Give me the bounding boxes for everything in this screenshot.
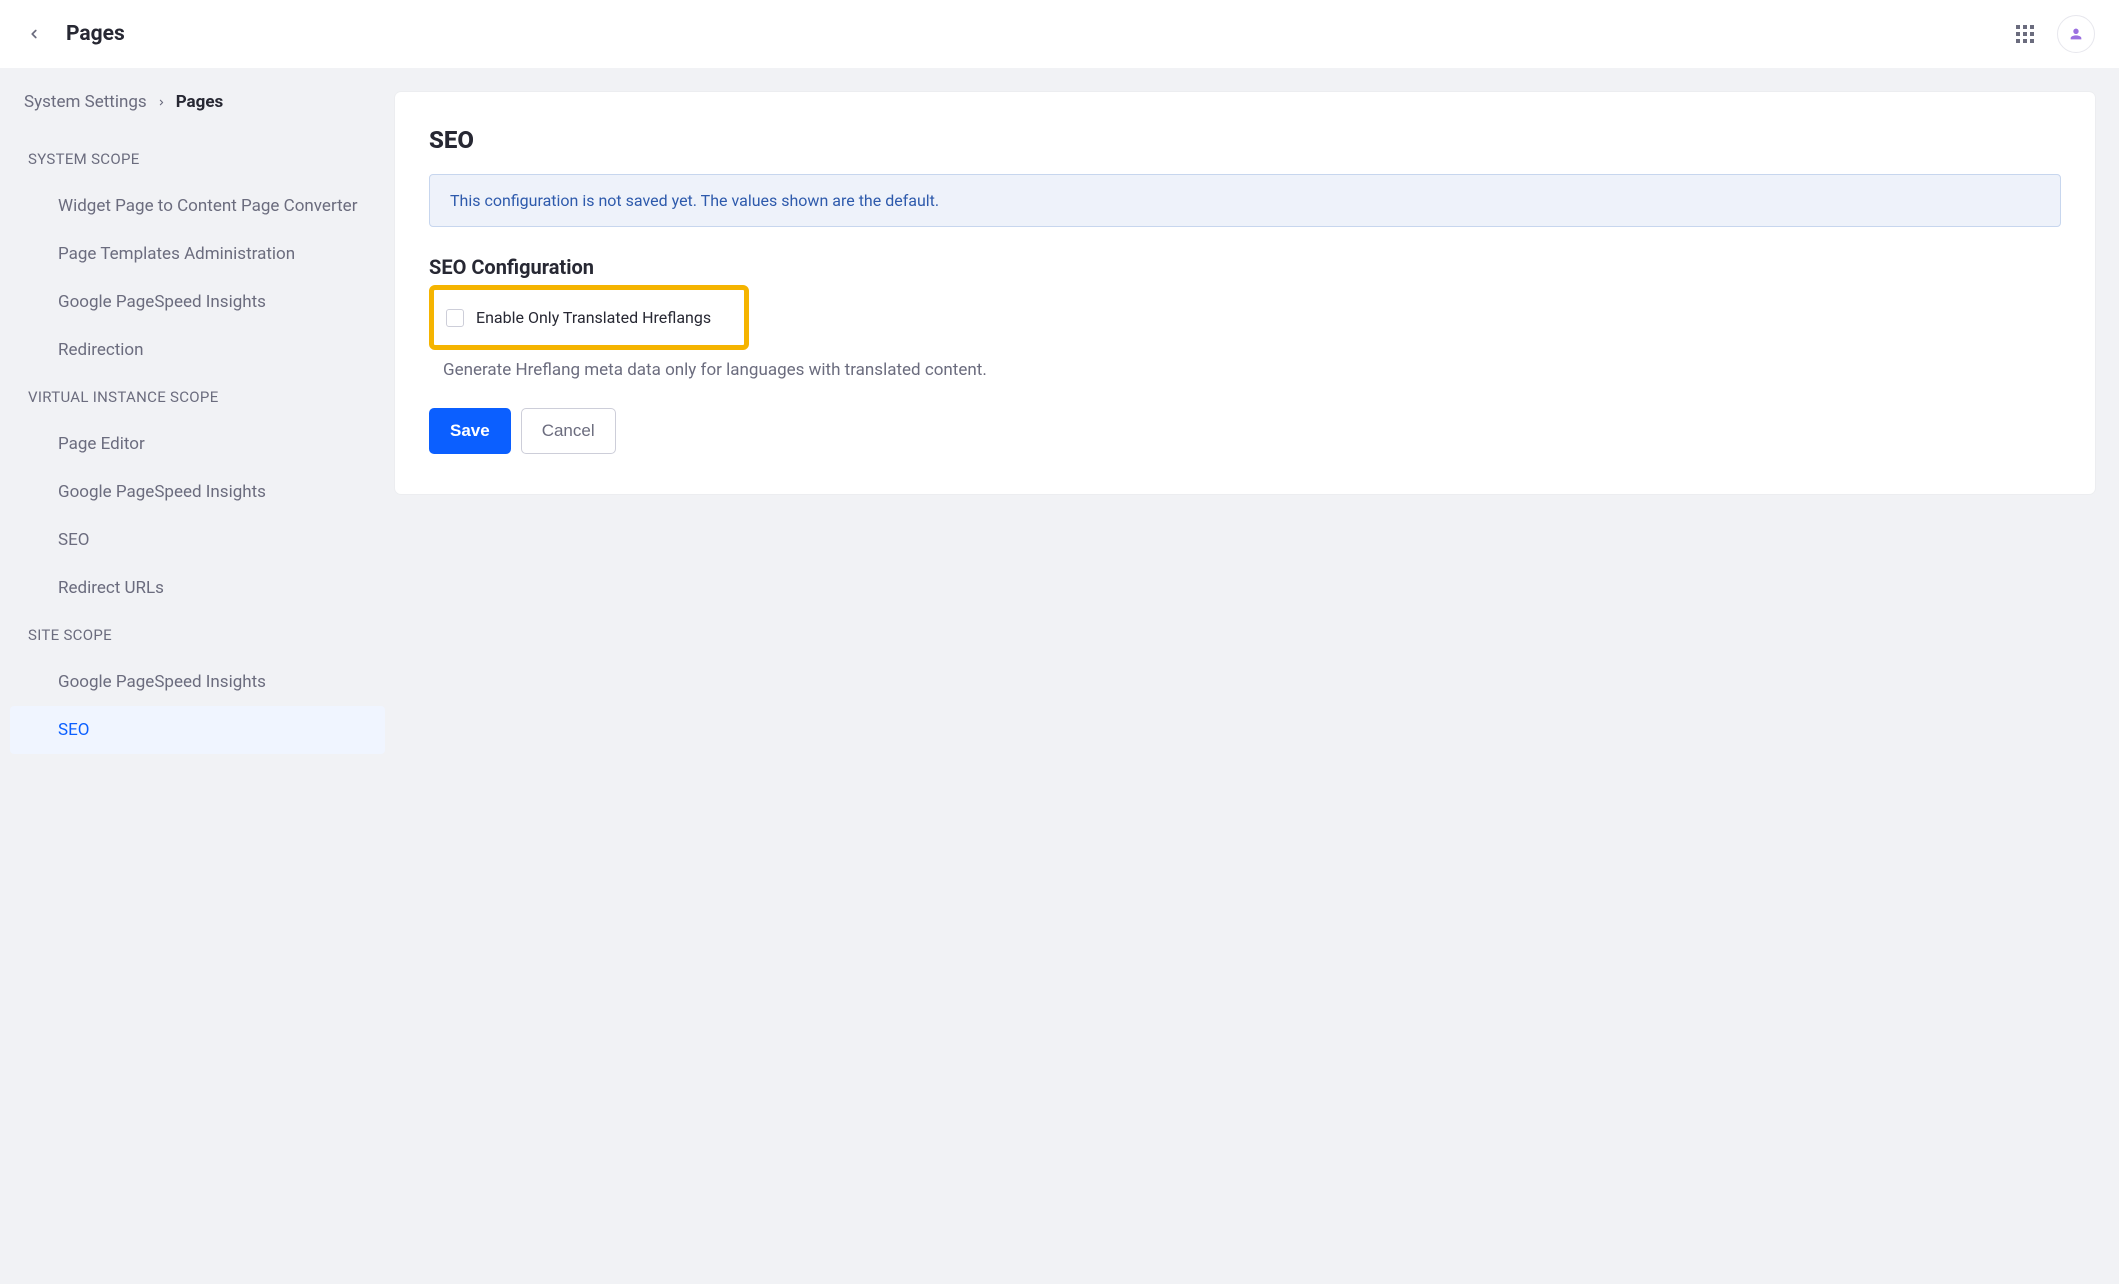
topbar: Pages: [0, 0, 2119, 68]
enable-only-translated-hreflangs-checkbox[interactable]: [446, 309, 464, 327]
breadcrumb-separator: [157, 92, 166, 112]
breadcrumb-current: Pages: [176, 92, 224, 112]
nav-group-system-scope: SYSTEM SCOPE: [0, 136, 395, 182]
sidebar-item-redirection[interactable]: Redirection: [10, 326, 385, 374]
highlighted-checkbox-row: Enable Only Translated Hreflangs: [429, 285, 749, 350]
breadcrumb: System Settings Pages: [0, 88, 395, 136]
sidebar: System Settings Pages SYSTEM SCOPE Widge…: [0, 68, 395, 794]
chevron-right-icon: [157, 98, 166, 107]
sidebar-item-page-editor[interactable]: Page Editor: [10, 420, 385, 468]
grid-icon: [2016, 25, 2034, 43]
chevron-left-icon: [27, 27, 41, 41]
sidebar-item-google-pagespeed-system[interactable]: Google PageSpeed Insights: [10, 278, 385, 326]
sidebar-item-widget-page-converter[interactable]: Widget Page to Content Page Converter: [10, 182, 385, 230]
card-heading: SEO: [429, 126, 2061, 154]
sidebar-item-page-templates-admin[interactable]: Page Templates Administration: [10, 230, 385, 278]
field-description: Generate Hreflang meta data only for lan…: [429, 354, 2061, 380]
nav-group-virtual-instance-scope: VIRTUAL INSTANCE SCOPE: [0, 374, 395, 420]
checkbox-label: Enable Only Translated Hreflangs: [476, 308, 711, 327]
info-alert: This configuration is not saved yet. The…: [429, 174, 2061, 227]
main: SEO This configuration is not saved yet.…: [395, 68, 2119, 518]
settings-card: SEO This configuration is not saved yet.…: [395, 92, 2095, 494]
sidebar-item-seo-virtual[interactable]: SEO: [10, 516, 385, 564]
nav-group-site-scope: SITE SCOPE: [0, 612, 395, 658]
button-row: Save Cancel: [429, 408, 2061, 454]
page-title: Pages: [66, 22, 125, 46]
cancel-button[interactable]: Cancel: [521, 408, 616, 454]
user-icon: [2068, 26, 2084, 42]
sidebar-item-google-pagespeed-virtual[interactable]: Google PageSpeed Insights: [10, 468, 385, 516]
back-button[interactable]: [20, 20, 48, 48]
breadcrumb-parent[interactable]: System Settings: [24, 92, 147, 112]
sidebar-item-seo-site[interactable]: SEO: [10, 706, 385, 754]
body: System Settings Pages SYSTEM SCOPE Widge…: [0, 68, 2119, 794]
apps-button[interactable]: [2009, 18, 2041, 50]
topbar-right: [2009, 15, 2095, 53]
sidebar-item-redirect-urls[interactable]: Redirect URLs: [10, 564, 385, 612]
sidebar-item-google-pagespeed-site[interactable]: Google PageSpeed Insights: [10, 658, 385, 706]
save-button[interactable]: Save: [429, 408, 511, 454]
topbar-left: Pages: [20, 20, 125, 48]
section-heading: SEO Configuration: [429, 255, 2061, 279]
user-avatar[interactable]: [2057, 15, 2095, 53]
